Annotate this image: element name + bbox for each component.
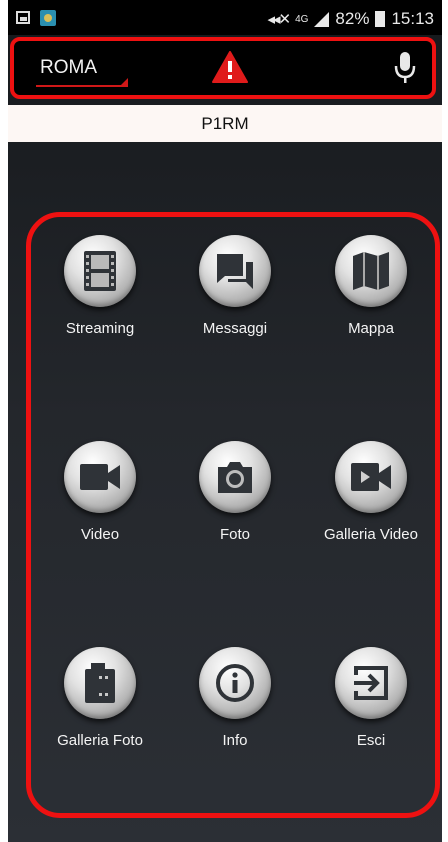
microphone-icon[interactable] bbox=[394, 51, 416, 85]
photo-button[interactable]: Foto bbox=[165, 441, 305, 543]
video-gallery-button[interactable]: Galleria Video bbox=[301, 441, 441, 543]
exit-label: Esci bbox=[356, 732, 386, 749]
mute-icon: ◂◂✕ bbox=[267, 11, 291, 28]
chat-bubbles-icon bbox=[217, 254, 253, 289]
streaming-button[interactable]: Streaming bbox=[30, 235, 170, 337]
city-selector-underline bbox=[36, 85, 128, 87]
streaming-button-circle[interactable] bbox=[64, 235, 136, 307]
exit-icon bbox=[354, 666, 388, 700]
battery-percent: 82% bbox=[335, 9, 370, 28]
map-icon bbox=[353, 252, 389, 290]
info-icon bbox=[216, 664, 254, 702]
unit-id: P1RM bbox=[201, 114, 249, 133]
app-header: ROMA bbox=[10, 37, 436, 99]
menu-grid: Streaming Messaggi Mappa Video Foto Gall… bbox=[26, 212, 440, 818]
gallery-thumbnail-icon bbox=[16, 11, 30, 24]
unit-id-bar: P1RM bbox=[8, 105, 442, 142]
video-label: Video bbox=[80, 526, 120, 543]
battery-icon bbox=[375, 11, 386, 27]
video-button-circle[interactable] bbox=[64, 441, 136, 513]
messages-button[interactable]: Messaggi bbox=[165, 235, 305, 337]
warning-icon[interactable] bbox=[212, 51, 248, 83]
video-gallery-button-circle[interactable] bbox=[335, 441, 407, 513]
status-bar: ◂◂✕ 4G 82% 15:13 bbox=[8, 0, 442, 35]
map-button-circle[interactable] bbox=[335, 235, 407, 307]
clock: 15:13 bbox=[391, 9, 434, 28]
info-button[interactable]: Info bbox=[165, 647, 305, 749]
status-indicators: ◂◂✕ 4G 82% 15:13 bbox=[267, 9, 434, 29]
dropdown-corner-icon bbox=[120, 78, 128, 86]
exit-button-circle[interactable] bbox=[335, 647, 407, 719]
messages-label: Messaggi bbox=[202, 320, 268, 337]
exit-button[interactable]: Esci bbox=[301, 647, 441, 749]
app-screen: ◂◂✕ 4G 82% 15:13 ROMA P1RM Streaming Mes… bbox=[8, 0, 442, 842]
messages-button-circle[interactable] bbox=[199, 235, 271, 307]
photo-label: Foto bbox=[219, 526, 250, 543]
video-camera-icon bbox=[80, 464, 120, 490]
info-button-circle[interactable] bbox=[199, 647, 271, 719]
photo-gallery-button[interactable]: Galleria Foto bbox=[30, 647, 170, 749]
app-notification-icon bbox=[40, 10, 56, 26]
info-label: Info bbox=[222, 732, 248, 749]
film-strip-icon bbox=[84, 251, 116, 291]
video-gallery-icon bbox=[351, 463, 391, 491]
video-gallery-label: Galleria Video bbox=[324, 526, 418, 543]
photo-camera-icon bbox=[218, 462, 252, 493]
network-type: 4G bbox=[295, 13, 309, 25]
city-selector-label: ROMA bbox=[40, 57, 97, 78]
video-button[interactable]: Video bbox=[30, 441, 170, 543]
photo-gallery-label: Galleria Foto bbox=[57, 732, 143, 749]
map-label: Mappa bbox=[348, 320, 394, 337]
signal-icon bbox=[314, 11, 330, 27]
map-button[interactable]: Mappa bbox=[301, 235, 441, 337]
streaming-label: Streaming bbox=[65, 320, 135, 337]
photo-film-icon bbox=[85, 663, 115, 703]
photo-gallery-button-circle[interactable] bbox=[64, 647, 136, 719]
photo-button-circle[interactable] bbox=[199, 441, 271, 513]
